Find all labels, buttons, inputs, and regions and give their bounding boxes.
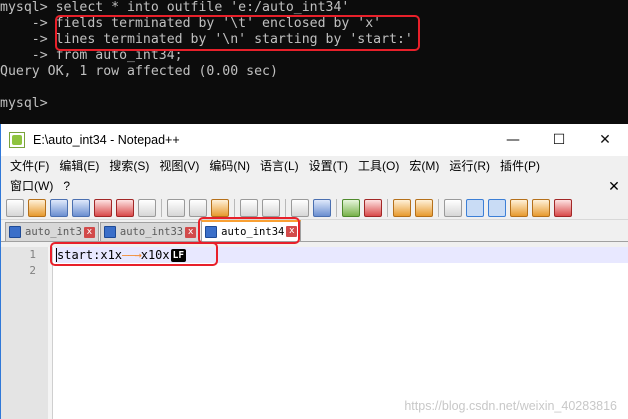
line-text-suffix: x10x — [140, 248, 170, 262]
toolbar-separator — [387, 198, 388, 217]
menu-run[interactable]: 运行(R) — [444, 156, 495, 176]
menu-search[interactable]: 搜索(S) — [104, 156, 154, 176]
toolbar-separator — [285, 198, 286, 217]
menu-macro[interactable]: 宏(M) — [404, 156, 444, 176]
tab-label: auto_int33 — [119, 226, 184, 238]
console-line: Query OK, 1 row affected (0.00 sec) — [0, 64, 278, 79]
notepad-window: E:\auto_int34 - Notepad++ — ☐ ✕ 文件(F) 编辑… — [0, 124, 628, 419]
console-line: mysql> select * into outfile 'e:/auto_in… — [0, 0, 350, 15]
tab-close-icon[interactable]: x — [286, 226, 298, 237]
tab-arrow-icon: ——→ — [122, 248, 142, 262]
paste-icon[interactable] — [211, 198, 229, 217]
replace-icon[interactable] — [313, 198, 331, 217]
find-icon[interactable] — [291, 198, 309, 217]
minimize-button[interactable]: — — [490, 124, 536, 156]
toolbar-separator — [161, 198, 162, 217]
maximize-button[interactable]: ☐ — [536, 124, 582, 156]
line-number: 2 — [29, 264, 36, 277]
save-all-icon[interactable] — [72, 198, 90, 217]
save-icon[interactable] — [50, 198, 68, 217]
window-title: E:\auto_int34 - Notepad++ — [33, 133, 180, 147]
close-all-icon[interactable] — [116, 198, 134, 217]
zoom-out-icon[interactable] — [364, 198, 382, 217]
close-document-icon[interactable]: ✕ — [606, 176, 622, 196]
menu-plugins[interactable]: 插件(P) — [495, 156, 545, 176]
saved-file-icon — [103, 226, 116, 238]
menu-tools[interactable]: 工具(O) — [353, 156, 404, 176]
tab-label: auto_int34 — [221, 225, 285, 238]
tab-auto-int34[interactable]: auto_int34 x — [201, 220, 302, 241]
editor-line-1[interactable]: start:x1x ——→ x10x LF — [55, 247, 628, 263]
menu-settings[interactable]: 设置(T) — [304, 156, 353, 176]
notepadpp-logo-icon — [9, 132, 25, 148]
redo-icon[interactable] — [262, 198, 280, 217]
line-number-gutter: 1 2 — [1, 247, 53, 419]
tab-bar: auto_int3 x auto_int33 x auto_int34 x — [1, 217, 628, 244]
console-line: -> fields terminated by '\t' enclosed by… — [0, 16, 382, 31]
tab-auto-int33[interactable]: auto_int33 x — [99, 222, 201, 241]
console-line: -> lines terminated by '\n' starting by … — [0, 32, 413, 47]
menu-window[interactable]: 窗口(W) — [5, 176, 58, 196]
menu-help[interactable]: ? — [58, 176, 75, 196]
show-all-characters-icon[interactable] — [466, 198, 484, 217]
document-map-icon[interactable] — [532, 198, 550, 217]
tab-close-icon[interactable]: x — [185, 226, 197, 238]
language-define-icon[interactable] — [510, 198, 528, 217]
title-bar[interactable]: E:\auto_int34 - Notepad++ — ☐ ✕ — [1, 124, 628, 156]
line-text-prefix: start:x1x — [57, 248, 123, 262]
tab-close-icon[interactable]: x — [83, 226, 95, 238]
print-icon[interactable] — [138, 198, 156, 217]
text-content[interactable]: start:x1x ——→ x10x LF — [55, 247, 628, 419]
sync-vertical-icon[interactable] — [393, 198, 411, 217]
cut-icon[interactable] — [167, 198, 185, 217]
tab-label: auto_int3 — [25, 226, 82, 238]
zoom-in-icon[interactable] — [342, 198, 360, 217]
console-line: -> from auto_int34; — [0, 48, 183, 63]
function-list-icon[interactable] — [554, 198, 572, 217]
sync-horizontal-icon[interactable] — [415, 198, 433, 217]
tab-auto-int3[interactable]: auto_int3 x — [5, 222, 99, 241]
word-wrap-icon[interactable] — [444, 198, 462, 217]
open-file-icon[interactable] — [28, 198, 46, 217]
toolbar — [1, 196, 628, 220]
close-button[interactable]: ✕ — [582, 124, 628, 156]
menu-bar: 文件(F) 编辑(E) 搜索(S) 视图(V) 编码(N) 语言(L) 设置(T… — [1, 156, 628, 196]
new-file-icon[interactable] — [6, 198, 24, 217]
menu-edit[interactable]: 编辑(E) — [54, 156, 104, 176]
menu-encoding[interactable]: 编码(N) — [204, 156, 255, 176]
toolbar-separator — [438, 198, 439, 217]
eol-lf-marker: LF — [170, 248, 187, 262]
undo-icon[interactable] — [240, 198, 258, 217]
saved-file-icon — [205, 225, 218, 238]
toolbar-separator — [336, 198, 337, 217]
toolbar-separator — [234, 198, 235, 217]
saved-file-icon — [9, 226, 21, 238]
menu-view[interactable]: 视图(V) — [154, 156, 204, 176]
menu-language[interactable]: 语言(L) — [255, 156, 304, 176]
menu-file[interactable]: 文件(F) — [5, 156, 54, 176]
fold-margin — [48, 247, 52, 419]
mysql-console[interactable]: mysql> select * into outfile 'e:/auto_in… — [0, 0, 628, 124]
watermark: https://blog.csdn.net/weixin_40283816 — [404, 399, 617, 413]
copy-icon[interactable] — [189, 198, 207, 217]
indent-guide-icon[interactable] — [488, 198, 506, 217]
close-file-icon[interactable] — [94, 198, 112, 217]
console-prompt[interactable]: mysql> — [0, 96, 628, 112]
line-number: 1 — [29, 248, 36, 261]
editor-area[interactable]: 1 2 start:x1x ——→ x10x LF https://blog.c… — [1, 242, 628, 419]
